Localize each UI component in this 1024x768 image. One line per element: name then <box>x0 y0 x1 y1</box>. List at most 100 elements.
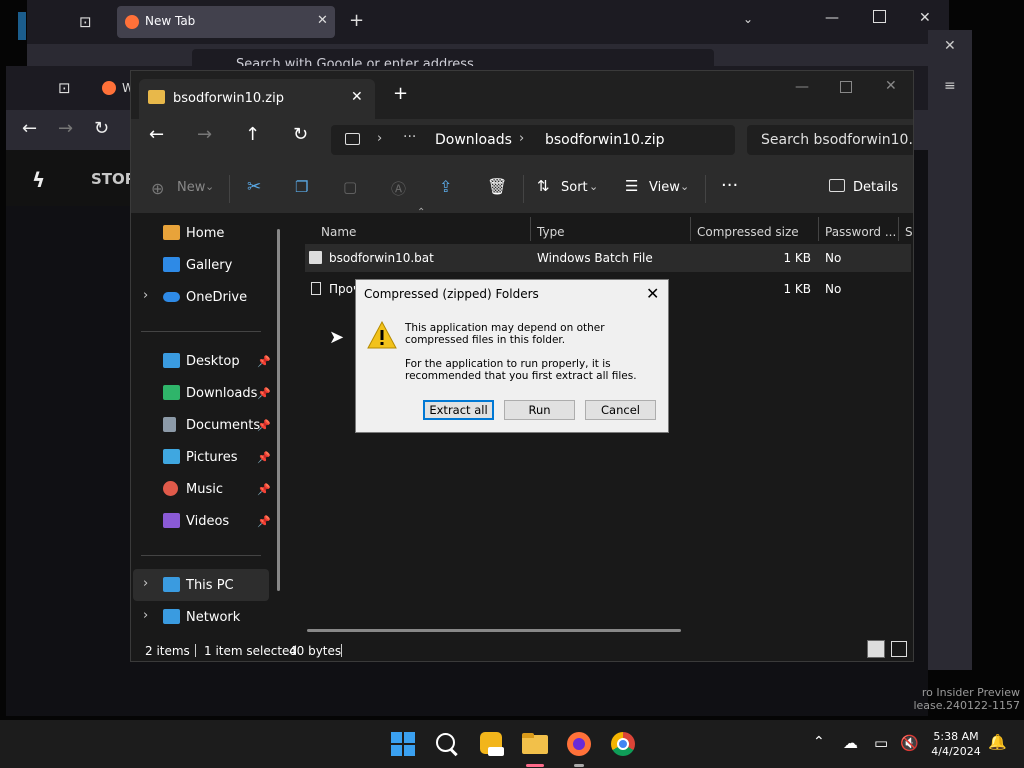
mouse-cursor-icon: ➤ <box>329 327 345 348</box>
firefox-icon <box>102 81 116 95</box>
close-icon[interactable]: ✕ <box>646 284 659 303</box>
table-row[interactable]: bsodforwin10.bat Windows Batch File 1 KB… <box>305 244 911 272</box>
sidebar-item-this-pc[interactable]: This PC <box>163 573 263 599</box>
new-tab-icon[interactable]: + <box>349 10 364 31</box>
divider <box>141 555 261 556</box>
dialog-message-2: For the application to run properly, it … <box>405 358 637 382</box>
chevron-right-icon[interactable]: › <box>143 288 148 303</box>
details-view-icon[interactable] <box>867 640 885 658</box>
sort-button[interactable]: Sort <box>561 180 588 195</box>
column-header-compressed-size[interactable]: Compressed size <box>697 225 799 239</box>
tab-overview-icon[interactable]: ⊡ <box>58 79 71 97</box>
sidebar-item-documents[interactable]: Documents <box>163 413 263 439</box>
sidebar-item-network[interactable]: Network <box>163 605 263 631</box>
pin-icon[interactable]: 📌 <box>257 483 271 496</box>
copilot-pre-icon[interactable] <box>477 730 505 758</box>
explorer-tab[interactable]: bsodforwin10.zip ✕ <box>139 79 375 119</box>
search-box[interactable]: Search bsodforwin10.zip <box>747 125 913 155</box>
show-hidden-icons-icon[interactable]: ⌃ <box>813 734 825 750</box>
column-divider[interactable] <box>690 217 691 241</box>
watermark-line2: lease.240122-1157 <box>913 699 1020 712</box>
clock[interactable]: 5:38 AM 4/4/2024 <box>928 729 984 759</box>
minimize-icon[interactable]: — <box>795 79 809 95</box>
close-window-icon[interactable]: ✕ <box>885 78 897 94</box>
chevron-right-icon[interactable]: › <box>143 608 148 623</box>
volume-muted-icon[interactable]: 🔇 <box>900 734 919 752</box>
forward-arrow-icon[interactable]: → <box>58 118 73 139</box>
close-tab-icon[interactable]: ✕ <box>317 13 328 28</box>
firefox-taskbar-icon[interactable] <box>565 730 593 758</box>
column-header-size[interactable]: Si <box>905 225 913 239</box>
copy-icon[interactable]: ❐ <box>295 178 308 196</box>
run-button[interactable]: Run <box>504 400 575 420</box>
file-explorer-taskbar-icon[interactable] <box>521 730 549 758</box>
column-header-password[interactable]: Password ... <box>825 225 896 239</box>
column-divider[interactable] <box>898 217 899 241</box>
tab-overview-icon[interactable]: ⊡ <box>79 13 92 31</box>
chrome-icon[interactable] <box>609 730 637 758</box>
view-button[interactable]: View <box>649 180 680 195</box>
sidebar-item-onedrive[interactable]: OneDrive <box>163 285 263 311</box>
pin-icon[interactable]: 📌 <box>257 515 271 528</box>
details-button[interactable]: Details <box>853 180 898 195</box>
separator <box>523 175 524 203</box>
back-arrow-icon[interactable]: ← <box>149 124 164 145</box>
close-window-icon[interactable]: ✕ <box>919 10 931 26</box>
chevron-right-icon[interactable]: › <box>143 576 148 591</box>
back-arrow-icon[interactable]: ← <box>22 118 37 139</box>
close-tab-icon[interactable]: ✕ <box>351 89 363 105</box>
forward-arrow-icon[interactable]: → <box>197 124 212 145</box>
reload-icon[interactable]: ↻ <box>94 118 109 139</box>
folder-zip-icon <box>148 90 165 104</box>
onedrive-offline-icon[interactable]: ☁ <box>843 734 858 752</box>
breadcrumb-downloads[interactable]: Downloads <box>435 132 512 148</box>
pin-icon[interactable]: 📌 <box>257 355 271 368</box>
paste-icon[interactable]: ▢ <box>343 178 357 196</box>
sidebar-scrollbar[interactable] <box>277 229 280 591</box>
notification-bell-icon[interactable]: 🔔 <box>988 733 1007 751</box>
tiles-view-icon[interactable] <box>891 641 907 657</box>
share-icon[interactable]: ⇪ <box>439 177 452 196</box>
new-button[interactable]: New <box>177 180 205 195</box>
network-status-icon[interactable]: ▭ <box>874 734 888 752</box>
sidebar-item-videos[interactable]: Videos <box>163 509 263 535</box>
sidebar-item-pictures[interactable]: Pictures <box>163 445 263 471</box>
sidebar-item-gallery[interactable]: Gallery <box>163 253 263 279</box>
up-arrow-icon[interactable]: ↑ <box>245 124 260 145</box>
breadcrumb[interactable]: › ··· Downloads › bsodforwin10.zip <box>331 125 735 155</box>
sidebar-item-music[interactable]: Music <box>163 477 263 503</box>
rename-icon[interactable]: Ⓐ <box>391 178 406 199</box>
extract-all-button[interactable]: Extract all <box>423 400 494 420</box>
breadcrumb-zip[interactable]: bsodforwin10.zip <box>545 132 665 148</box>
pin-icon[interactable]: 📌 <box>257 451 271 464</box>
search-icon[interactable] <box>433 730 461 758</box>
column-header-name[interactable]: Name <box>321 225 356 239</box>
column-divider[interactable] <box>818 217 819 241</box>
refresh-icon[interactable]: ↻ <box>293 124 308 145</box>
new-tab-icon[interactable]: + <box>393 83 408 104</box>
separator <box>705 175 706 203</box>
sidebar-item-desktop[interactable]: Desktop <box>163 349 263 375</box>
delete-icon[interactable]: 🗑 <box>487 177 507 196</box>
maximize-icon[interactable] <box>873 10 886 23</box>
chevron-down-icon[interactable]: ⌄ <box>743 12 753 26</box>
cancel-button[interactable]: Cancel <box>585 400 656 420</box>
pin-icon[interactable]: 📌 <box>257 387 271 400</box>
store-logo-icon[interactable]: ϟ <box>32 168 45 192</box>
column-header-type[interactable]: Type <box>537 225 565 239</box>
horizontal-scrollbar[interactable] <box>307 629 681 632</box>
start-icon[interactable] <box>389 730 417 758</box>
minimize-icon[interactable]: — <box>825 10 839 26</box>
browser-tab-new[interactable]: New Tab ✕ <box>117 6 335 38</box>
column-divider[interactable] <box>530 217 531 241</box>
close-icon[interactable]: ✕ <box>944 38 956 54</box>
menu-icon[interactable]: ≡ <box>944 78 956 94</box>
more-options-icon[interactable]: ··· <box>721 175 738 196</box>
more-path-icon[interactable]: ··· <box>403 129 416 145</box>
sidebar-item-downloads[interactable]: Downloads <box>163 381 263 407</box>
pin-icon[interactable]: 📌 <box>257 419 271 432</box>
warning-icon <box>367 321 397 349</box>
cut-icon[interactable]: ✂ <box>247 177 261 197</box>
maximize-icon[interactable] <box>840 81 852 93</box>
sidebar-item-home[interactable]: Home <box>163 221 263 247</box>
